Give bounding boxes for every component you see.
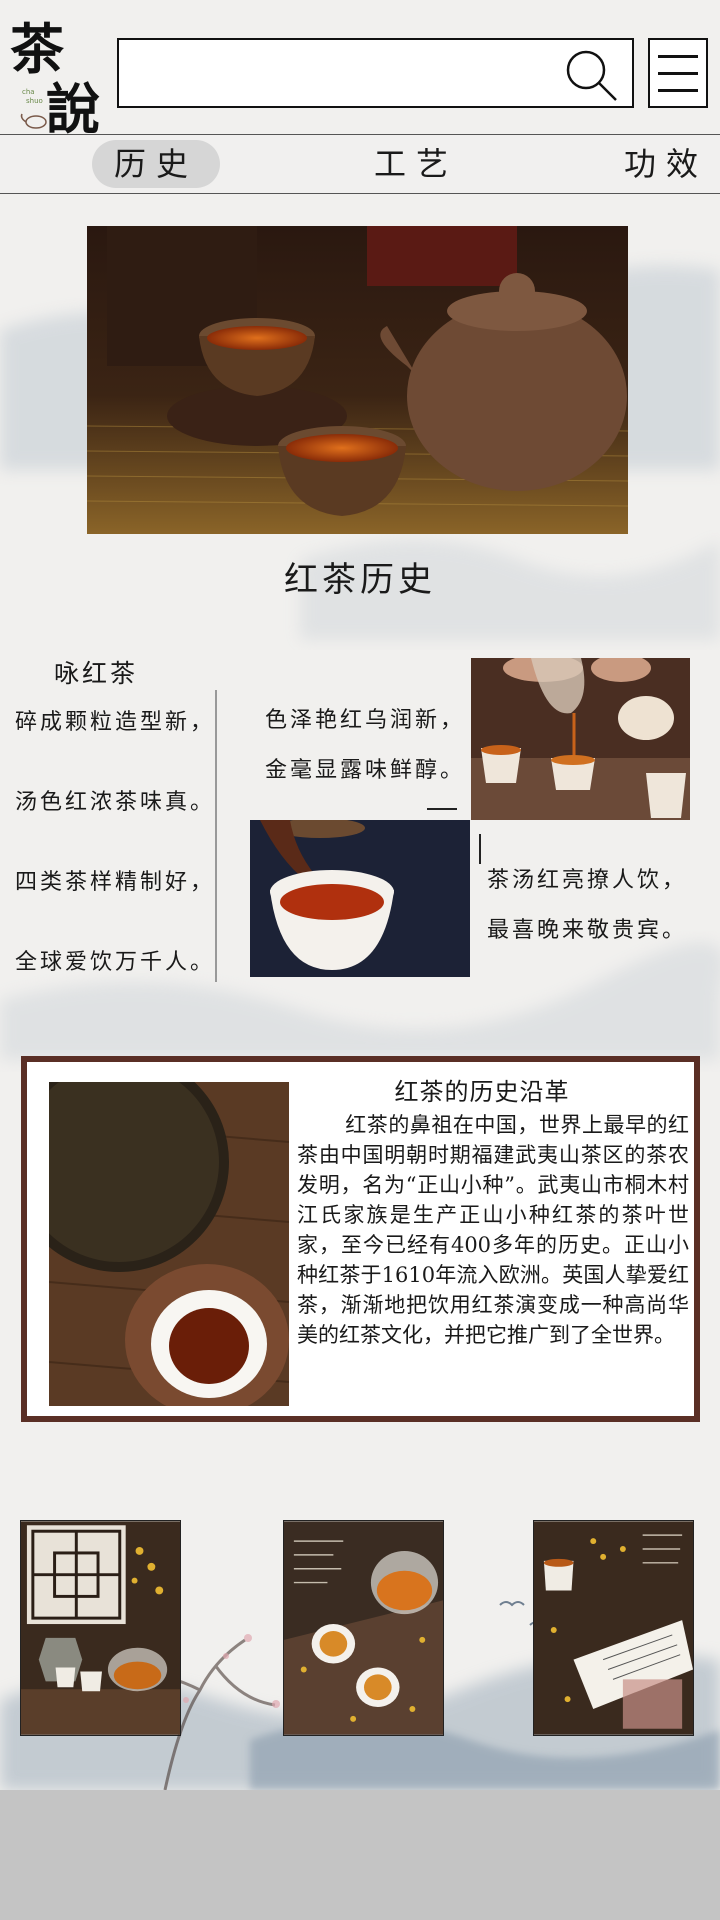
poem-line: 汤色红浓茶味真。 bbox=[15, 790, 216, 815]
tea-cup-image bbox=[250, 820, 470, 977]
history-title: 红茶的历史沿革 bbox=[394, 1078, 570, 1106]
poem-line: 金毫显露味鲜醇。 bbox=[265, 758, 466, 783]
search-bar[interactable] bbox=[117, 38, 634, 108]
poem-title: 咏红茶 bbox=[54, 659, 139, 688]
menu-icon-bar bbox=[658, 72, 698, 75]
tab-bar: 历史 工艺 功效 bbox=[0, 134, 720, 194]
poem-line: 最喜晚来敬贵宾。 bbox=[487, 918, 688, 943]
poem-line: 碎成颗粒造型新， bbox=[15, 710, 216, 735]
svg-text:茶: 茶 bbox=[10, 17, 65, 81]
menu-icon bbox=[658, 55, 698, 58]
history-text: 红茶的鼻祖在中国，世界上最早的红茶由中国明朝时期福建武夷山茶区的茶农发明，名为“… bbox=[297, 1113, 689, 1347]
section-title: 红茶历史 bbox=[284, 560, 436, 600]
tea-logo[interactable]: 茶 說 cha shuo bbox=[8, 10, 104, 134]
poem-line: 全球爱饮万千人。 bbox=[15, 950, 216, 975]
app-root: 茶 說 cha shuo 历史 工艺 功效 红茶历史 咏红茶 碎成颗粒造型新， … bbox=[0, 0, 720, 1790]
decorative-rule bbox=[427, 808, 457, 810]
poem-divider bbox=[215, 690, 217, 982]
poem-line: 色泽艳红乌润新， bbox=[265, 708, 466, 733]
search-input[interactable] bbox=[125, 46, 545, 100]
tab-craft[interactable]: 工艺 bbox=[356, 140, 476, 188]
decorative-rule bbox=[479, 834, 481, 864]
svg-text:說: 說 bbox=[46, 77, 100, 134]
bottom-bar bbox=[0, 1790, 720, 1920]
gallery-image[interactable] bbox=[283, 1520, 444, 1736]
gallery-image[interactable] bbox=[533, 1520, 694, 1736]
svg-text:shuo: shuo bbox=[26, 97, 43, 105]
history-panel: 红茶的历史沿革 红茶的鼻祖在中国，世界上最早的红茶由中国明朝时期福建武夷山茶区的… bbox=[21, 1056, 700, 1422]
poem-line: 四类茶样精制好， bbox=[15, 870, 216, 895]
tab-benefits[interactable]: 功效 bbox=[612, 140, 720, 188]
gallery-image[interactable] bbox=[20, 1520, 181, 1736]
hero-teaset-image bbox=[87, 226, 628, 534]
menu-icon-bar bbox=[658, 89, 698, 92]
puer-cake-image bbox=[49, 1082, 289, 1406]
tab-history[interactable]: 历史 bbox=[92, 140, 220, 188]
svg-text:cha: cha bbox=[22, 88, 35, 96]
poem-line: 茶汤红亮撩人饮， bbox=[487, 868, 688, 893]
search-icon[interactable] bbox=[562, 46, 620, 104]
menu-button[interactable] bbox=[648, 38, 708, 108]
pouring-tea-image bbox=[471, 658, 690, 820]
